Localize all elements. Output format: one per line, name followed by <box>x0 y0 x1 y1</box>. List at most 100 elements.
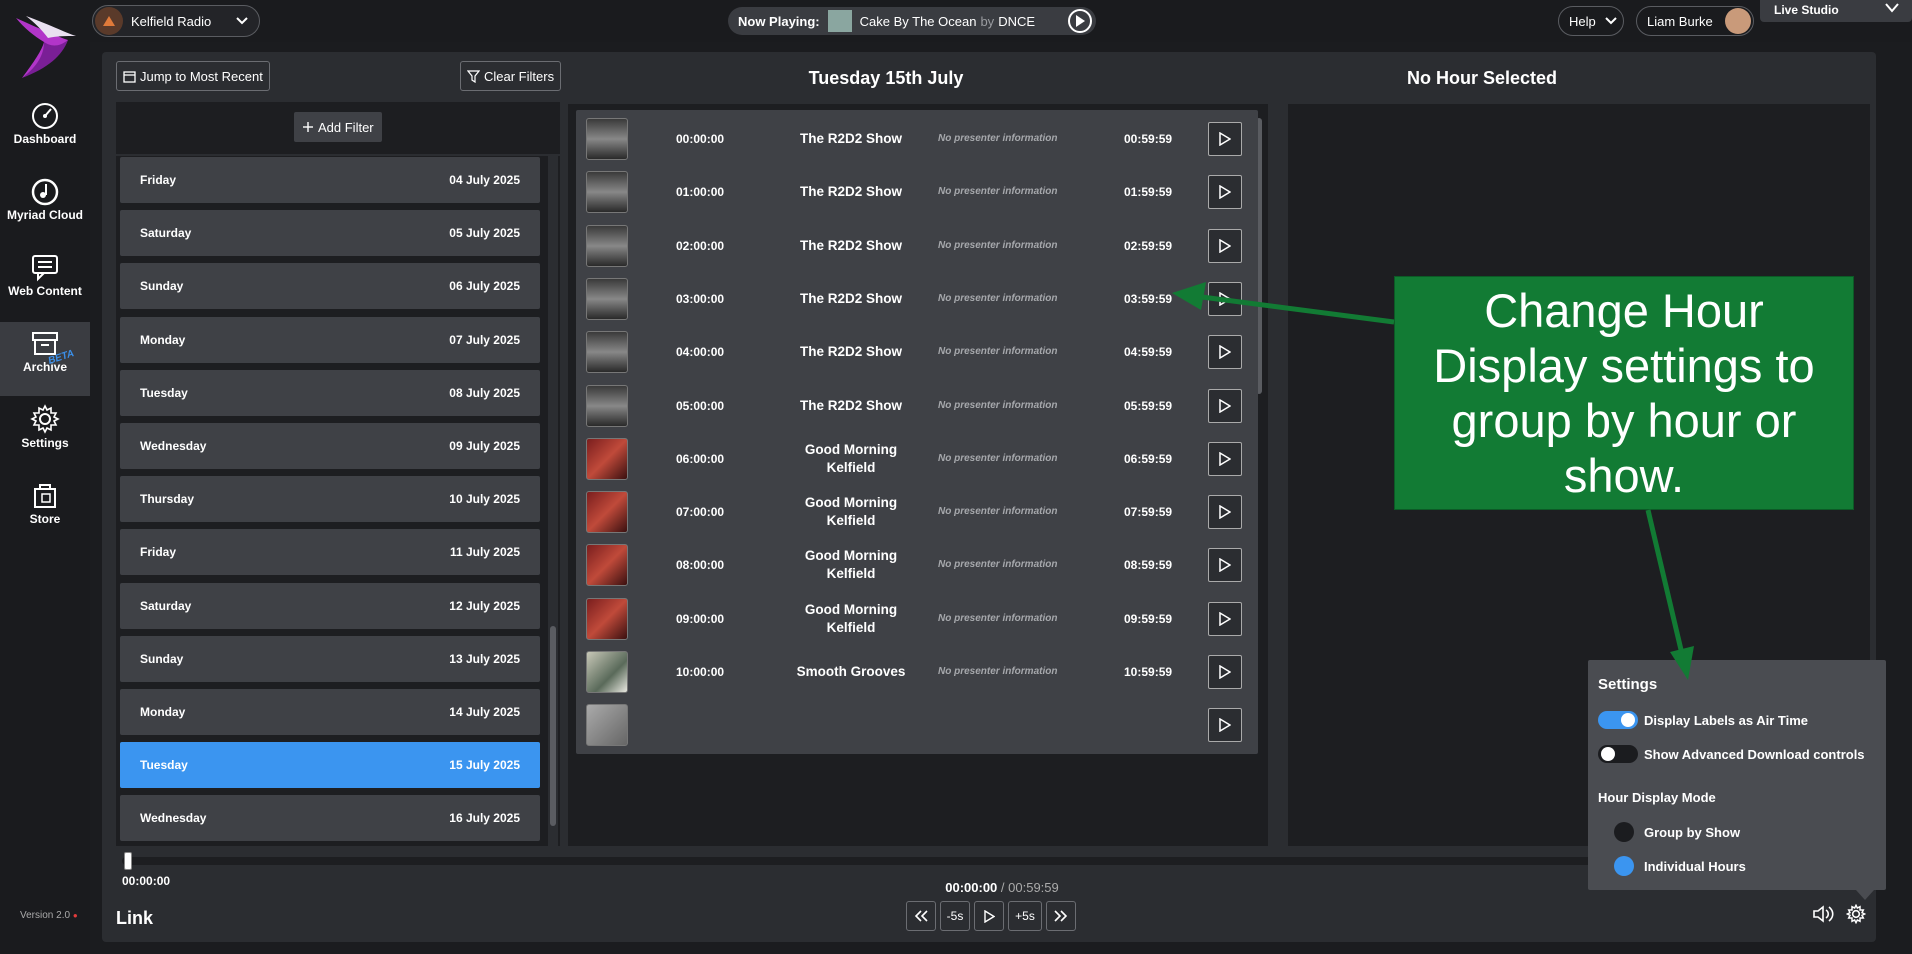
hour-play-button[interactable] <box>1208 495 1242 530</box>
double-chevron-left-icon <box>914 910 928 922</box>
studio-selector[interactable]: Live Studio <box>1760 0 1912 22</box>
advanced-download-row: Show Advanced Download controls <box>1598 745 1865 763</box>
play-icon <box>983 909 995 923</box>
day-date: 12 July 2025 <box>449 598 520 613</box>
settings-gear-icon[interactable] <box>1846 904 1866 924</box>
show-thumbnail <box>586 277 628 320</box>
individual-hours-label: Individual Hours <box>1644 858 1746 874</box>
hour-play-button[interactable] <box>1208 441 1242 476</box>
group-by-show-option[interactable]: Group by Show <box>1614 822 1740 842</box>
day-item[interactable]: Wednesday 16 July 2025 <box>120 795 540 842</box>
show-thumbnail <box>586 544 628 587</box>
nav-settings[interactable]: Settings <box>0 398 90 472</box>
hour-row[interactable]: 03:00:00 The R2D2 Show No presenter inform… <box>576 269 1258 328</box>
hour-start: 05:00:00 <box>676 398 725 413</box>
day-item[interactable]: Monday 14 July 2025 <box>120 689 540 735</box>
presenter-info: No presenter information <box>938 346 1058 358</box>
skip-forward-button[interactable] <box>1046 901 1076 931</box>
day-date: 14 July 2025 <box>449 705 520 719</box>
play-icon <box>1219 132 1231 146</box>
hour-row[interactable]: 06:00:00 Good Morning Kelfield No presente… <box>576 429 1258 488</box>
day-list-scrollbar[interactable] <box>548 156 558 846</box>
settings-title: Settings <box>1598 676 1658 693</box>
clear-filters-button[interactable]: Clear Filters <box>460 61 562 91</box>
day-date: 08 July 2025 <box>449 385 520 400</box>
hour-row[interactable]: 01:00:00 The R2D2 Show No presenter inform… <box>576 163 1258 222</box>
hour-row[interactable]: 07:00:00 Good Morning Kelfield No presente… <box>576 483 1258 542</box>
day-item[interactable]: Saturday 12 July 2025 <box>120 582 540 629</box>
cloud-disc-icon <box>31 178 59 206</box>
date-header: Tuesday 15th July <box>808 68 964 88</box>
hour-header: No Hour Selected <box>1406 68 1558 88</box>
progress-track[interactable] <box>122 857 1822 865</box>
now-playing-play-button[interactable] <box>1068 9 1092 33</box>
forward-5s-button[interactable]: +5s <box>1008 901 1042 931</box>
user-menu[interactable]: Liam Burke <box>1636 6 1754 36</box>
day-item[interactable]: Sunday 13 July 2025 <box>120 635 540 682</box>
show-thumbnail <box>586 224 628 267</box>
add-filter-label: Add Filter <box>318 119 374 135</box>
advanced-download-toggle[interactable] <box>1598 745 1638 763</box>
day-item[interactable]: Wednesday 09 July 2025 <box>120 423 540 469</box>
hour-play-button[interactable] <box>1208 708 1242 743</box>
day-item[interactable]: Monday 07 July 2025 <box>120 316 540 363</box>
hour-row[interactable]: 09:00:00 Good Morning Kelfield No presente… <box>576 589 1258 648</box>
hour-play-button[interactable] <box>1208 548 1242 583</box>
day-item[interactable]: Saturday 05 July 2025 <box>120 210 540 257</box>
hour-play-button[interactable] <box>1208 122 1242 156</box>
hour-play-button[interactable] <box>1208 228 1242 263</box>
day-item[interactable]: Thursday 10 July 2025 <box>120 476 540 523</box>
day-name: Monday <box>140 705 186 719</box>
hour-row[interactable]: 00:00:00 The R2D2 Show No presenter inform… <box>576 110 1258 168</box>
add-filter-button[interactable]: Add Filter <box>294 112 382 142</box>
hour-row[interactable]: 05:00:00 The R2D2 Show No presenter inform… <box>576 376 1258 435</box>
playback-time: 00:00:00 / 00:59:59 <box>802 880 1202 895</box>
day-item[interactable]: Friday 04 July 2025 <box>120 157 540 203</box>
hour-row[interactable]: 08:00:00 Good Morning Kelfield No presente… <box>576 536 1258 595</box>
show-name: Good Morning Kelfield <box>804 441 898 475</box>
play-icon <box>1219 238 1231 253</box>
hour-play-button[interactable] <box>1208 335 1242 370</box>
jump-to-most-recent-button[interactable]: Jump to Most Recent <box>116 61 270 91</box>
play-button[interactable] <box>974 901 1004 931</box>
nav-dashboard[interactable]: Dashboard <box>0 94 90 168</box>
hour-play-button[interactable] <box>1208 601 1242 636</box>
hour-play-button[interactable] <box>1208 655 1242 689</box>
nav-store[interactable]: Store <box>0 474 90 548</box>
skip-back-button[interactable] <box>906 901 936 931</box>
hour-row[interactable]: 10:00:00 Smooth Grooves No presenter infor… <box>576 643 1258 701</box>
labels-air-time-toggle[interactable] <box>1598 711 1638 729</box>
progress-knob[interactable] <box>124 852 132 870</box>
day-item[interactable]: Friday 11 July 2025 <box>120 529 540 576</box>
hour-row[interactable] <box>576 696 1258 755</box>
help-button[interactable]: Help <box>1558 6 1624 36</box>
show-thumbnail <box>586 171 628 214</box>
hour-row[interactable]: 04:00:00 The R2D2 Show No presenter inform… <box>576 323 1258 382</box>
individual-hours-radio[interactable] <box>1614 856 1634 876</box>
nav-archive[interactable]: BETA Archive <box>0 322 90 396</box>
day-name: Saturday <box>140 598 192 613</box>
individual-hours-option[interactable]: Individual Hours <box>1614 856 1746 876</box>
day-list-scroll-thumb[interactable] <box>550 626 556 826</box>
back-5s-button[interactable]: -5s <box>940 901 970 931</box>
nav-myriad-cloud[interactable]: Myriad Cloud <box>0 170 90 244</box>
nav-web-content-label: Web Content <box>8 284 82 298</box>
day-item[interactable]: Tuesday 08 July 2025 <box>120 369 540 416</box>
day-item[interactable]: Tuesday 15 July 2025 <box>120 742 540 789</box>
hour-end: 02:59:59 <box>1124 238 1173 253</box>
hour-play-button[interactable] <box>1208 175 1242 210</box>
myriad-logo[interactable] <box>8 6 80 82</box>
group-by-show-radio[interactable] <box>1614 822 1634 842</box>
station-selector[interactable]: Kelfield Radio <box>92 5 260 37</box>
presenter-info: No presenter information <box>938 239 1058 251</box>
hour-play-button[interactable] <box>1208 388 1242 423</box>
nav-web-content[interactable]: Web Content <box>0 246 90 320</box>
day-date: 11 July 2025 <box>449 545 520 560</box>
show-name: The R2D2 Show <box>799 237 902 253</box>
hour-end: 10:59:59 <box>1124 665 1173 679</box>
volume-icon[interactable] <box>1812 904 1836 924</box>
hour-row[interactable]: 02:00:00 The R2D2 Show No presenter inform… <box>576 216 1258 275</box>
hour-start: 01:00:00 <box>676 185 725 200</box>
day-item[interactable]: Sunday 06 July 2025 <box>120 263 540 310</box>
hour-play-button[interactable] <box>1208 281 1242 316</box>
